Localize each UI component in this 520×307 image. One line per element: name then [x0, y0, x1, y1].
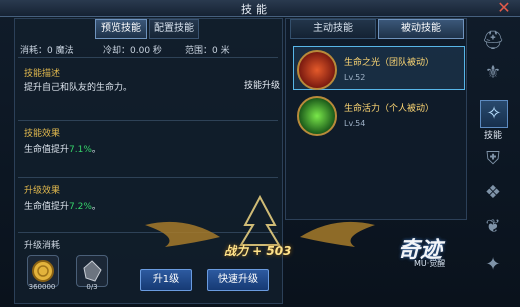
- helmet-icon[interactable]: ⛑: [480, 28, 506, 54]
- title-bar: 技能 ✕: [0, 0, 520, 17]
- description-title: 技能描述: [24, 69, 61, 79]
- upgrade-effect-suffix: 。: [91, 202, 101, 212]
- power-increase-text: 战力 + 503: [224, 244, 292, 258]
- skill-name: 生命活力（个人被动）: [344, 104, 435, 114]
- effect-title: 技能效果: [24, 129, 61, 139]
- skill-row-life-vitality[interactable]: 生命活力（个人被动） Lv.54: [293, 92, 465, 136]
- upgrade-effect-text: 生命值提升7.2%。: [24, 199, 101, 212]
- tab-config-skill[interactable]: 配置技能: [149, 19, 199, 39]
- quick-upgrade-button[interactable]: 快速升级: [207, 269, 269, 291]
- mana-cost: 消耗：0 魔法: [20, 46, 74, 56]
- upgrade-tab-label[interactable]: 技能升级: [244, 78, 280, 91]
- stone-amount: 0/3: [86, 283, 98, 291]
- gold-amount: 360000: [28, 283, 56, 291]
- game-logo-sub: MU·觉醒: [414, 259, 446, 268]
- game-window: 技能 ✕ 预览技能 配置技能 消耗：0 魔法 冷却：0.00 秒 范围：0 米 …: [0, 0, 520, 307]
- cost-title: 升级消耗: [24, 241, 61, 251]
- rune-icon[interactable]: ❖: [480, 180, 506, 206]
- effect-suffix: 。: [91, 145, 101, 155]
- upgrade-effect-prefix: 生命值提升: [24, 202, 70, 212]
- tab-passive-skills[interactable]: 被动技能: [378, 19, 464, 39]
- upgrade-effect-title: 升级效果: [24, 186, 61, 196]
- divider: [18, 120, 278, 121]
- life-light-icon: [297, 50, 337, 90]
- life-vitality-icon: [297, 96, 337, 136]
- skill-icon[interactable]: ✧: [480, 100, 508, 128]
- crest-icon[interactable]: ✦: [480, 252, 506, 278]
- tab-preview-skill[interactable]: 预览技能: [95, 19, 147, 39]
- divider: [18, 177, 278, 178]
- wing-icon[interactable]: ❦: [480, 214, 506, 240]
- divider: [18, 57, 278, 58]
- shield-icon[interactable]: ⛨: [480, 146, 506, 172]
- equipment-icon[interactable]: ⚜: [480, 60, 506, 86]
- skill-row-life-light[interactable]: 生命之光（团队被动） Lv.52: [293, 46, 465, 90]
- skill-level: Lv.52: [344, 73, 366, 82]
- effect-text: 生命值提升7.1%。: [24, 142, 101, 155]
- cooldown: 冷却：0.00 秒: [103, 46, 162, 56]
- upgrade-effect-value: 7.2%: [69, 202, 92, 212]
- skill-level: Lv.54: [344, 119, 366, 128]
- upgrade-one-button[interactable]: 升1级: [140, 269, 192, 291]
- description-text: 提升自己和队友的生命力。: [24, 83, 133, 93]
- effect-value: 7.1%: [69, 145, 92, 155]
- skill-name: 生命之光（团队被动）: [344, 58, 435, 68]
- tab-active-skills[interactable]: 主动技能: [290, 19, 376, 39]
- side-nav-label: 技能: [484, 131, 503, 141]
- window-title: 技能: [241, 3, 271, 16]
- effect-prefix: 生命值提升: [24, 145, 70, 155]
- close-icon[interactable]: ✕: [494, 0, 514, 16]
- range: 范围：0 米: [185, 46, 230, 56]
